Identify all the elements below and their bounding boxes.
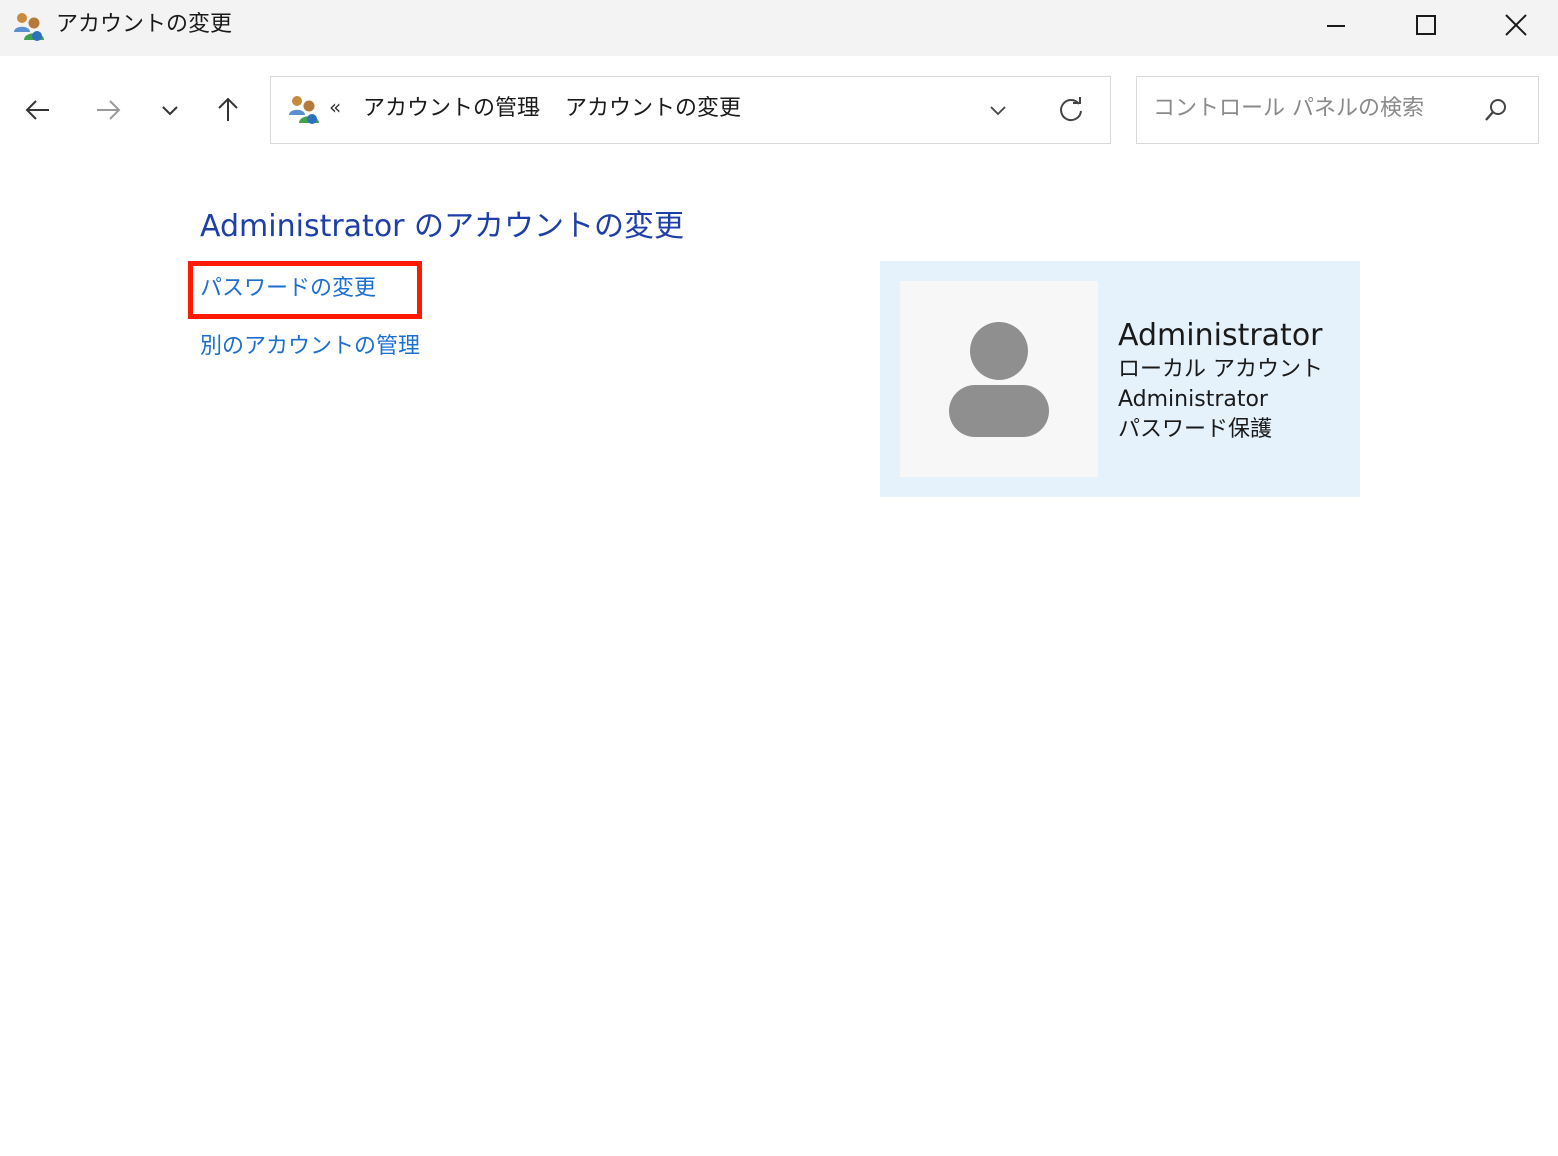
recent-locations-button[interactable] [148, 88, 192, 132]
breadcrumb-overflow-button[interactable]: « [329, 95, 341, 119]
chevron-down-icon [990, 106, 1006, 116]
minimize-button[interactable] [1290, 0, 1382, 50]
account-name: Administrator [1118, 318, 1323, 353]
breadcrumb-item-manage-accounts[interactable]: アカウントの管理 [363, 93, 539, 125]
account-role: Administrator [1118, 387, 1268, 412]
forward-button[interactable] [86, 88, 130, 132]
breadcrumb-item-change-account[interactable]: アカウントの変更 [565, 93, 741, 125]
address-bar[interactable]: « アカウントの管理 › アカウントの変更 [270, 76, 1111, 144]
user-accounts-icon [289, 96, 319, 124]
manage-another-account-link[interactable]: 別のアカウントの管理 [200, 331, 420, 363]
search-icon[interactable] [1481, 95, 1511, 125]
window-title: アカウントの変更 [56, 12, 233, 37]
minimize-icon [1327, 25, 1345, 27]
address-dropdown-button[interactable] [983, 95, 1013, 125]
page-title: Administrator のアカウントの変更 [200, 209, 685, 244]
account-card: Administrator ローカル アカウント Administrator パ… [880, 261, 1360, 497]
arrow-left-icon [25, 100, 49, 120]
title-bar: アカウントの変更 [0, 0, 1558, 56]
arrow-up-icon [218, 97, 238, 121]
close-icon [1505, 14, 1527, 36]
maximize-button[interactable] [1380, 0, 1472, 50]
account-type: ローカル アカウント [1118, 357, 1323, 382]
highlight-box [188, 261, 422, 319]
search-box[interactable]: コントロール パネルの検索 [1136, 76, 1539, 144]
close-button[interactable] [1470, 0, 1558, 50]
avatar [900, 281, 1098, 477]
refresh-button[interactable] [1055, 94, 1087, 126]
user-avatar-icon [949, 322, 1049, 437]
search-input[interactable]: コントロール パネルの検索 [1153, 93, 1424, 125]
chevron-down-icon [162, 106, 178, 116]
up-button[interactable] [206, 88, 250, 132]
magnifier-icon [1485, 99, 1506, 121]
breadcrumb-separator[interactable]: › [533, 93, 541, 125]
maximize-icon [1416, 15, 1436, 35]
account-password-status: パスワード保護 [1118, 417, 1273, 442]
user-accounts-icon [14, 13, 44, 41]
back-button[interactable] [16, 88, 60, 132]
refresh-icon [1060, 97, 1082, 122]
arrow-right-icon [97, 100, 121, 120]
